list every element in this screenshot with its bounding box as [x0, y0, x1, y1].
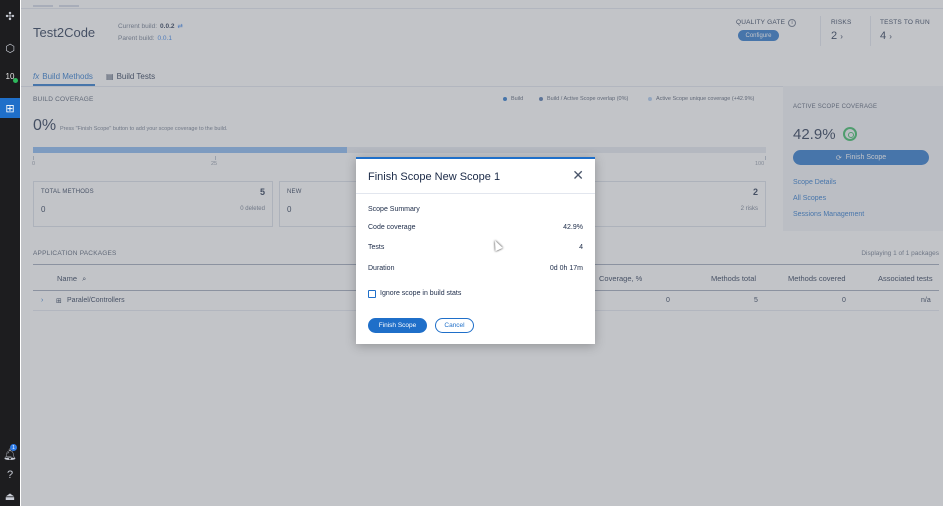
- duration-label: Duration: [368, 265, 395, 272]
- close-icon[interactable]: ✕: [572, 168, 584, 182]
- code-coverage-label: Code coverage: [368, 224, 416, 231]
- duration-value: 0d 0h 17m: [549, 265, 583, 272]
- notification-badge: 1: [10, 444, 17, 451]
- build-count-badge[interactable]: 10: [0, 66, 20, 86]
- code-coverage-value: 42.9%: [563, 224, 583, 231]
- help-icon[interactable]: ?: [0, 465, 20, 485]
- logout-icon[interactable]: ⏏: [0, 486, 20, 506]
- tests-label: Tests: [368, 244, 385, 251]
- ignore-scope-label[interactable]: Ignore scope in build stats: [380, 290, 461, 297]
- finish-scope-dialog: Finish Scope New Scope 1 ✕ Scope Summary…: [356, 157, 595, 344]
- dialog-title: Finish Scope New Scope 1: [368, 171, 501, 183]
- test2code-plugin-icon[interactable]: ⊞: [0, 98, 20, 118]
- tests-value: 4: [579, 244, 583, 251]
- ignore-scope-checkbox[interactable]: [368, 290, 376, 298]
- dialog-cancel-button[interactable]: Cancel: [435, 318, 474, 333]
- logo-icon[interactable]: ✣: [0, 6, 20, 26]
- cube-icon[interactable]: ⬡: [0, 38, 20, 58]
- scope-summary-heading: Scope Summary: [368, 206, 420, 213]
- dialog-finish-scope-button[interactable]: Finish Scope: [368, 318, 427, 333]
- left-rail: ✣ ⬡ 10 ⊞ 🔔︎ 1 ? ⏏: [0, 0, 20, 506]
- status-dot: [13, 78, 18, 83]
